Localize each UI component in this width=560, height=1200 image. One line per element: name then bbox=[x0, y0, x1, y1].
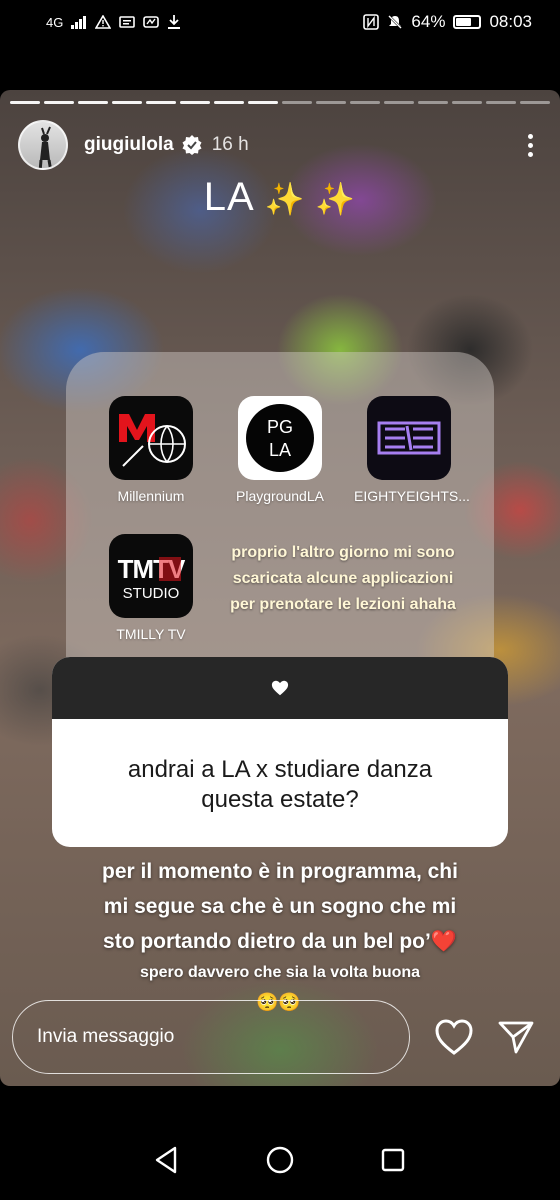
pg-icon-text-top: PG bbox=[267, 417, 293, 437]
tmilly-tv-app-icon: TMTV STUDIO bbox=[109, 534, 193, 618]
more-options-icon[interactable] bbox=[520, 133, 540, 157]
battery-percent: 64% bbox=[411, 12, 446, 31]
like-heart-icon[interactable] bbox=[434, 1018, 474, 1056]
app-notification-icon bbox=[143, 16, 160, 28]
apps-caption-line: per prenotare le lezioni ahaha bbox=[230, 596, 456, 613]
mute-icon bbox=[388, 15, 403, 29]
avatar[interactable] bbox=[18, 120, 68, 170]
story-timestamp: 16 h bbox=[211, 134, 249, 155]
story-header: giugiulola 16 h bbox=[18, 120, 540, 170]
story-progress-segment bbox=[282, 101, 312, 104]
app-label: EIGHTYEIGHTS... bbox=[354, 488, 470, 504]
story-progress-segment bbox=[520, 101, 550, 104]
story-title-text: LA bbox=[203, 175, 253, 219]
home-button[interactable] bbox=[264, 1144, 296, 1176]
question-text: andrai a LA x studiare danza questa esta… bbox=[52, 719, 508, 815]
sparkles-emoji: ✨ ✨ bbox=[264, 181, 357, 217]
story-progress-segment bbox=[350, 101, 380, 104]
apps-caption-line: proprio l'altro giorno mi sono bbox=[231, 544, 455, 561]
app-label: PlaygroundLA bbox=[236, 488, 324, 504]
answer-line: mi segue sa che è un sogno che mi bbox=[103, 895, 457, 918]
status-bar: 4G 64% 08:03 bbox=[0, 0, 560, 44]
avatar-person-icon bbox=[38, 126, 52, 168]
apps-caption: proprio l'altro giorno mi sono scaricata… bbox=[198, 540, 488, 618]
battery-level bbox=[456, 18, 471, 26]
story-viewer[interactable]: giugiulola 16 h LA ✨ ✨ Millennium PG LA … bbox=[0, 90, 560, 1086]
network-label: 4G bbox=[46, 14, 64, 30]
question-sticker-header bbox=[52, 657, 508, 719]
story-progress-segment bbox=[78, 101, 108, 104]
app-eightyeights[interactable]: EIGHTYEIGHTS... bbox=[354, 396, 470, 504]
tm-icon-text-bottom: STUDIO bbox=[123, 585, 180, 602]
home-circle-icon bbox=[266, 1146, 294, 1174]
story-progress-segment bbox=[112, 101, 142, 104]
recents-square-icon bbox=[382, 1148, 405, 1172]
message-icon bbox=[119, 16, 136, 28]
millennium-app-icon bbox=[109, 396, 193, 480]
story-progress-segment bbox=[44, 101, 74, 104]
download-icon bbox=[168, 15, 181, 29]
hope-text: spero davvero che sia la volta buona bbox=[139, 964, 421, 981]
story-progress-segment bbox=[418, 101, 448, 104]
app-playgroundla[interactable]: PG LA PlaygroundLA bbox=[225, 396, 335, 504]
story-progress-segment bbox=[486, 101, 516, 104]
story-progress-segment bbox=[384, 101, 414, 104]
heart-icon bbox=[271, 680, 289, 696]
battery-icon bbox=[453, 15, 482, 29]
answer-text: per il momento è in programma, chi mi se… bbox=[0, 854, 560, 959]
signal-icon bbox=[71, 16, 87, 29]
story-progress-bar bbox=[10, 101, 550, 104]
warning-icon bbox=[95, 15, 112, 29]
story-progress-segment bbox=[180, 101, 210, 104]
story-progress-segment bbox=[316, 101, 346, 104]
answer-line: per il momento è in programma, chi bbox=[102, 860, 458, 883]
story-progress-segment bbox=[214, 101, 244, 104]
clock: 08:03 bbox=[489, 12, 532, 31]
back-triangle-icon bbox=[155, 1146, 176, 1174]
story-progress-segment bbox=[146, 101, 176, 104]
system-navigation-bar bbox=[0, 1120, 560, 1200]
apps-caption-line: scaricata alcune applicazioni bbox=[232, 570, 454, 587]
app-millennium[interactable]: Millennium bbox=[96, 396, 206, 504]
question-line: andrai a LA x studiare danza bbox=[127, 756, 433, 783]
recents-button[interactable] bbox=[377, 1144, 409, 1176]
story-progress-segment bbox=[452, 101, 482, 104]
playgroundla-app-icon: PG LA bbox=[238, 396, 322, 480]
eightyeights-app-icon bbox=[367, 396, 451, 480]
app-label: TMILLY TV bbox=[116, 626, 186, 642]
question-sticker[interactable]: andrai a LA x studiare danza questa esta… bbox=[52, 657, 508, 847]
question-line: questa estate? bbox=[201, 786, 359, 813]
story-progress-segment bbox=[248, 101, 278, 104]
back-button[interactable] bbox=[151, 1144, 183, 1176]
send-message-placeholder: Invia messaggio bbox=[37, 1026, 175, 1047]
pg-icon-text-bottom: LA bbox=[269, 440, 291, 460]
send-message-input[interactable]: Invia messaggio bbox=[12, 1000, 410, 1074]
app-label: Millennium bbox=[117, 488, 185, 504]
story-title: LA ✨ ✨ bbox=[0, 175, 560, 220]
app-tmilly-tv[interactable]: TMTV STUDIO TMILLY TV bbox=[96, 534, 206, 642]
verified-badge-icon bbox=[182, 135, 202, 155]
username[interactable]: giugiulola bbox=[84, 134, 174, 156]
story-progress-segment bbox=[10, 101, 40, 104]
nfc-icon bbox=[363, 14, 380, 30]
send-icon[interactable] bbox=[497, 1018, 535, 1056]
answer-line: sto portando dietro da un bel po’❤️ bbox=[103, 930, 457, 953]
